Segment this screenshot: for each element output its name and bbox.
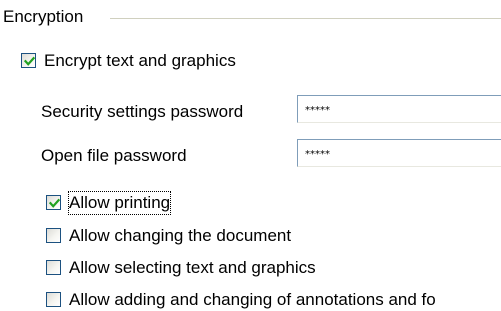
open-password-label: Open file password [41, 146, 187, 165]
allow-changing-document-checkbox[interactable] [46, 228, 61, 243]
allow-annotations-checkbox[interactable] [46, 292, 61, 307]
security-password-field[interactable] [297, 95, 501, 123]
encrypt-label[interactable]: Encrypt text and graphics [44, 50, 236, 72]
allow-printing-label[interactable]: Allow printing [67, 191, 172, 215]
open-password-field[interactable] [297, 139, 501, 167]
group-divider [110, 18, 501, 19]
encrypt-checkbox[interactable] [21, 53, 36, 68]
allow-annotations-label[interactable]: Allow adding and changing of annotations… [69, 289, 436, 311]
checkmark-icon [48, 198, 61, 208]
group-title: Encryption [3, 6, 90, 28]
allow-selecting-text-checkbox[interactable] [46, 260, 61, 275]
allow-changing-document-label[interactable]: Allow changing the document [69, 225, 291, 247]
allow-printing-checkbox[interactable] [46, 195, 61, 210]
security-password-label: Security settings password [41, 102, 244, 121]
checkmark-icon [23, 56, 36, 66]
allow-selecting-text-label[interactable]: Allow selecting text and graphics [69, 257, 316, 279]
